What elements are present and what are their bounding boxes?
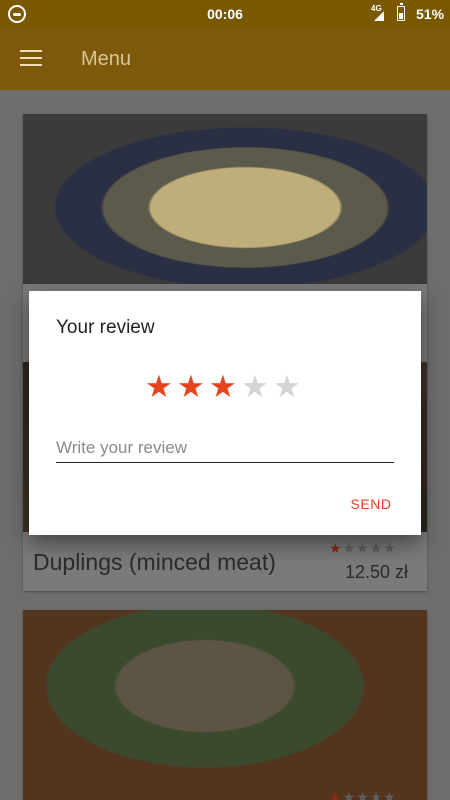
dish-rating: ★★★★★ [329,789,397,800]
star-icon: ★ [342,540,357,556]
app-bar: Menu [0,28,450,90]
battery-percent: 51% [416,6,445,22]
dish-photo [23,610,427,800]
star-icon: ★ [356,789,370,800]
rating-star-icon[interactable]: ★ [177,371,205,403]
rating-star-icon[interactable]: ★ [209,371,237,403]
review-input[interactable] [56,433,394,463]
rating-star-icon[interactable]: ★ [241,371,269,403]
rating-star-icon[interactable]: ★ [273,371,301,403]
dish-price: 12.50 zł [345,562,409,582]
dish-name: Duplings (minced meat) [33,549,276,575]
star-icon: ★ [329,789,343,800]
star-icon: ★ [383,789,397,800]
signal-icon [374,11,384,21]
rating-star-icon[interactable]: ★ [145,371,173,403]
hamburger-icon[interactable] [20,49,42,67]
star-icon: ★ [369,789,384,800]
dish-rating: ★★★★★ [329,540,397,557]
review-dialog: Your review ★★★★★ SEND [29,291,421,535]
dish-photo [23,114,427,284]
send-button[interactable]: SEND [341,491,401,517]
dialog-title: Your review [56,317,155,338]
dish-card[interactable] [23,610,427,800]
star-icon: ★ [329,540,343,556]
star-icon: ★ [369,540,384,556]
star-icon: ★ [342,789,357,800]
star-icon: ★ [356,540,370,556]
star-icon: ★ [383,540,397,556]
status-bar: 00:06 4G 51% [0,0,450,28]
page-title: Menu [81,48,132,70]
rating-bar[interactable]: ★ ★ ★ ★ ★ [145,371,305,403]
battery-icon [397,3,405,21]
